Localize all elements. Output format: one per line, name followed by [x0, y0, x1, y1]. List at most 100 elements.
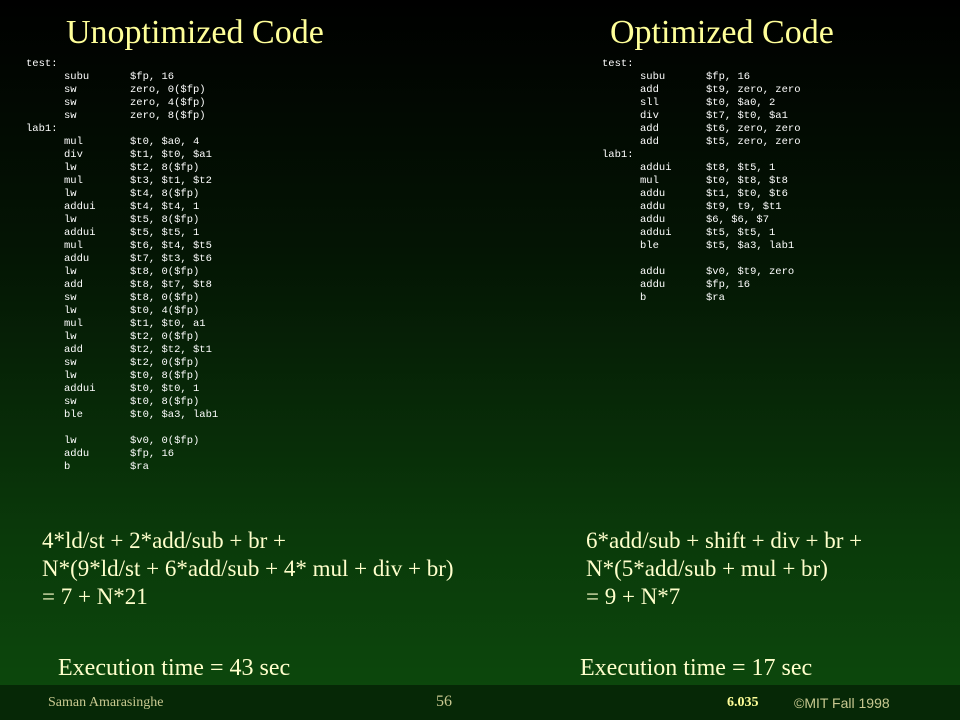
code-opcode: mul: [64, 318, 83, 330]
code-line: mul $t3, $t1, $t2: [26, 175, 218, 188]
code-line: mul $t0, $a0, 4: [26, 136, 218, 149]
code-opcode: lw: [64, 162, 77, 174]
code-opcode: addu: [640, 266, 666, 278]
code-opcode: subu: [640, 71, 666, 83]
code-operands: $t0, 4($fp): [130, 305, 200, 317]
code-operands: $t2, 8($fp): [130, 162, 200, 174]
code-line: sw zero, 8($fp): [26, 110, 218, 123]
code-line: add $t8, $t7, $t8: [26, 279, 218, 292]
code-opcode: b: [640, 292, 647, 304]
code-operands: $ra: [706, 292, 725, 304]
code-opcode: add: [640, 84, 659, 96]
code-opcode: lw: [64, 188, 77, 200]
code-line: sw $t8, 0($fp): [26, 292, 218, 305]
code-opcode: subu: [64, 71, 90, 83]
code-opcode: div: [640, 110, 659, 122]
code-line: lab1:: [602, 149, 801, 162]
code-line: b $ra: [26, 461, 218, 474]
code-line: addui $t0, $t0, 1: [26, 383, 218, 396]
unoptimized-code-listing: test: subu $fp, 16 sw zero, 0($fp) sw zero, 4(…: [26, 58, 218, 474]
code-line: b $ra: [602, 292, 801, 305]
code-operands: $fp, 16: [130, 71, 175, 83]
code-line: addu $t7, $t3, $t6: [26, 253, 218, 266]
code-operands: $t8, 0($fp): [130, 292, 200, 304]
code-opcode: addu: [640, 188, 666, 200]
code-opcode: ble: [64, 409, 83, 421]
code-opcode: b: [64, 461, 71, 473]
code-line: lw $t0, 4($fp): [26, 305, 218, 318]
code-operands: $t0, 8($fp): [130, 370, 200, 382]
code-operands: zero, 0($fp): [130, 84, 206, 96]
code-operands: $t8, $t7, $t8: [130, 279, 212, 291]
code-line: addu $t1, $t0, $t6: [602, 188, 801, 201]
code-line: addu $6, $6, $7: [602, 214, 801, 227]
code-line: lw $t2, 0($fp): [26, 331, 218, 344]
code-opcode: sll: [640, 97, 659, 109]
code-line: test:: [602, 58, 801, 71]
code-line: sw $t2, 0($fp): [26, 357, 218, 370]
code-line: subu $fp, 16: [602, 71, 801, 84]
code-opcode: addui: [640, 162, 672, 174]
code-opcode: addu: [640, 214, 666, 226]
summary-line: = 7 + N*21: [42, 584, 148, 609]
code-line: mul $t0, $t8, $t8: [602, 175, 801, 188]
code-operands: $fp, 16: [706, 71, 751, 83]
code-operands: zero, 4($fp): [130, 97, 206, 109]
code-opcode: addui: [64, 383, 96, 395]
code-operands: $t3, $t1, $t2: [130, 175, 212, 187]
optimized-code-title: Optimized Code: [610, 14, 834, 51]
code-line: lw $t5, 8($fp): [26, 214, 218, 227]
code-line: addui $t5, $t5, 1: [26, 227, 218, 240]
summary-line: 6*add/sub + shift + div + br +: [586, 528, 863, 553]
code-opcode: mul: [640, 175, 659, 187]
unoptimized-execution-time: Execution time = 43 sec: [58, 655, 291, 681]
code-line: addu $t9, t9, $t1: [602, 201, 801, 214]
code-operands: $t4, $t4, 1: [130, 201, 200, 213]
code-opcode: add: [64, 279, 83, 291]
code-opcode: addu: [64, 253, 90, 265]
summary-line: N*(5*add/sub + mul + br): [586, 556, 828, 581]
code-operands: $ra: [130, 461, 149, 473]
code-operands: $t8, 0($fp): [130, 266, 200, 278]
code-label: test:: [602, 58, 634, 70]
code-opcode: addu: [640, 201, 666, 213]
optimized-code-listing: test: subu $fp, 16 add $t9, zero, zero sll $t0…: [602, 58, 801, 305]
code-operands: $t9, t9, $t1: [706, 201, 782, 213]
copyright-notice: ©MIT Fall 1998: [794, 695, 890, 711]
code-line: lab1:: [26, 123, 218, 136]
code-opcode: lw: [64, 305, 77, 317]
code-line: addu $fp, 16: [602, 279, 801, 292]
code-opcode: sw: [64, 110, 77, 122]
code-operands: $v0, 0($fp): [130, 435, 200, 447]
code-operands: $fp, 16: [130, 448, 175, 460]
code-operands: $t0, $a0, 4: [130, 136, 200, 148]
code-operands: $t7, $t3, $t6: [130, 253, 212, 265]
code-operands: $t6, $t4, $t5: [130, 240, 212, 252]
code-operands: $t4, 8($fp): [130, 188, 200, 200]
code-line: lw $t8, 0($fp): [26, 266, 218, 279]
code-line: addui $t5, $t5, 1: [602, 227, 801, 240]
unoptimized-code-title: Unoptimized Code: [66, 14, 324, 51]
code-operands: $t2, $t2, $t1: [130, 344, 212, 356]
code-operands: $t1, $t0, $t6: [706, 188, 788, 200]
code-opcode: addui: [640, 227, 672, 239]
code-line: test:: [26, 58, 218, 71]
code-label: test:: [26, 58, 58, 70]
code-opcode: mul: [64, 175, 83, 187]
code-opcode: lw: [64, 370, 77, 382]
code-line: subu $fp, 16: [26, 71, 218, 84]
code-line: div $t1, $t0, $a1: [26, 149, 218, 162]
code-operands: $t5, $t5, 1: [130, 227, 200, 239]
code-line: add $t5, zero, zero: [602, 136, 801, 149]
code-line: lw $t0, 8($fp): [26, 370, 218, 383]
footer-author: Saman Amarasinghe: [48, 695, 164, 710]
code-operands: $t9, zero, zero: [706, 84, 801, 96]
code-line: lw $v0, 0($fp): [26, 435, 218, 448]
code-operands: $t7, $t0, $a1: [706, 110, 788, 122]
code-line: sw zero, 0($fp): [26, 84, 218, 97]
code-opcode: ble: [640, 240, 659, 252]
code-operands: $t2, 0($fp): [130, 357, 200, 369]
code-opcode: addui: [64, 201, 96, 213]
